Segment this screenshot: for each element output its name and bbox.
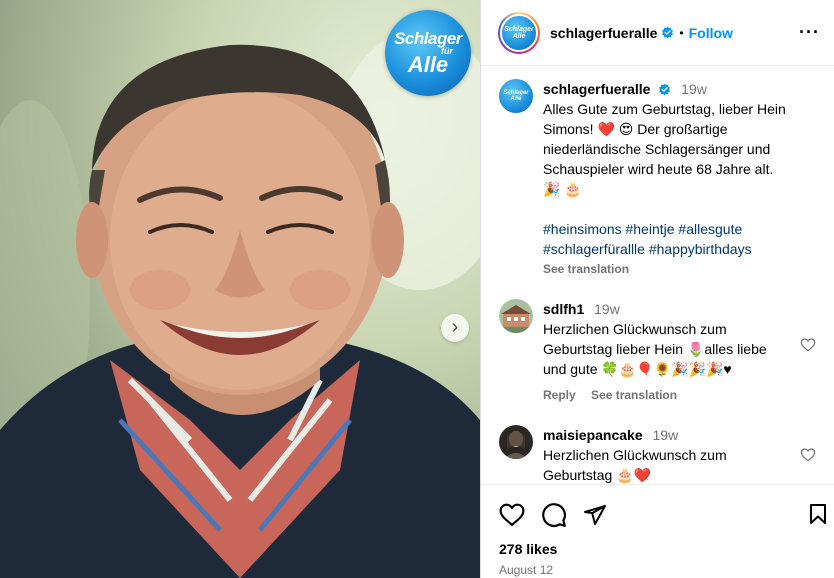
avatar[interactable] xyxy=(499,299,533,333)
verified-badge-icon xyxy=(662,26,674,39)
building-photo-icon xyxy=(499,299,533,333)
post-image[interactable]: Schlager für Alle › xyxy=(0,0,480,578)
avatar[interactable] xyxy=(499,425,533,459)
caption: Schlager Alle schlagerfueralle 19w Alles … xyxy=(481,79,834,279)
profile-avatar-ring[interactable]: Schlager Alle xyxy=(498,11,540,54)
caption-username[interactable]: schlagerfueralle xyxy=(543,81,650,97)
comment-item: sdlfh1 19w Herzlichen Glückwunsch zum Ge… xyxy=(481,299,834,405)
more-options-icon[interactable]: ··· xyxy=(799,22,820,43)
comment-bubble-icon[interactable] xyxy=(541,502,567,528)
share-paper-plane-icon[interactable] xyxy=(583,503,607,527)
caption-body: schlagerfueralle 19w Alles Gute zum Gebu… xyxy=(543,79,793,279)
verified-badge-icon xyxy=(659,83,671,96)
avatar[interactable]: Schlager Alle xyxy=(499,79,533,113)
avatar: Schlager Alle xyxy=(500,13,538,52)
comment-text: Herzlichen Glückwunsch zum Geburtstag 🎂❤… xyxy=(543,447,727,483)
comment-body: sdlfh1 19w Herzlichen Glückwunsch zum Ge… xyxy=(543,299,793,405)
heart-outline-icon[interactable] xyxy=(800,337,816,353)
bookmark-icon[interactable] xyxy=(806,502,830,526)
header-username[interactable]: schlagerfueralle xyxy=(550,25,657,41)
caption-hashtags[interactable]: #heinsimons #heintje #allesgute #schlage… xyxy=(543,219,793,259)
comment-text: Herzlichen Glückwunsch zum Geburtstag li… xyxy=(543,321,767,377)
likes-count[interactable]: 278 likes xyxy=(481,541,834,557)
see-translation-link[interactable]: See translation xyxy=(543,259,793,279)
caption-time[interactable]: 19w xyxy=(681,81,707,97)
like-heart-icon[interactable] xyxy=(499,502,525,528)
follow-button[interactable]: Follow xyxy=(689,25,733,41)
comment-item: maisiepancake 19w Herzlichen Glückwunsch… xyxy=(481,425,834,484)
post-details-panel: Schlager Alle schlagerfueralle • Follow … xyxy=(480,0,834,578)
post-footer: 278 likes August 12 xyxy=(481,484,834,578)
heart-outline-icon[interactable] xyxy=(800,447,816,463)
next-image-button[interactable]: › xyxy=(441,314,469,342)
comment-username[interactable]: maisiepancake xyxy=(543,427,643,443)
comments-list[interactable]: Schlager Alle schlagerfueralle 19w Alles … xyxy=(481,67,834,484)
post-header: Schlager Alle schlagerfueralle • Follow … xyxy=(481,0,834,66)
person-photo-icon xyxy=(499,425,533,459)
caption-text: Alles Gute zum Geburtstag, lieber Hein S… xyxy=(543,101,786,197)
schlager-fuer-alle-logo: Schlager für Alle xyxy=(385,10,471,96)
reply-button[interactable]: Reply xyxy=(543,388,576,402)
comment-body: maisiepancake 19w Herzlichen Glückwunsch… xyxy=(543,425,793,484)
separator-dot: • xyxy=(679,25,684,40)
comment-username[interactable]: sdlfh1 xyxy=(543,301,584,317)
post-date[interactable]: August 12 xyxy=(481,563,834,577)
comment-actions: Reply See translation xyxy=(543,385,793,405)
comment-time[interactable]: 19w xyxy=(594,301,620,317)
action-bar xyxy=(481,485,834,531)
chevron-right-icon: › xyxy=(451,316,459,338)
comment-time[interactable]: 19w xyxy=(653,427,679,443)
see-translation-link[interactable]: See translation xyxy=(591,388,677,402)
